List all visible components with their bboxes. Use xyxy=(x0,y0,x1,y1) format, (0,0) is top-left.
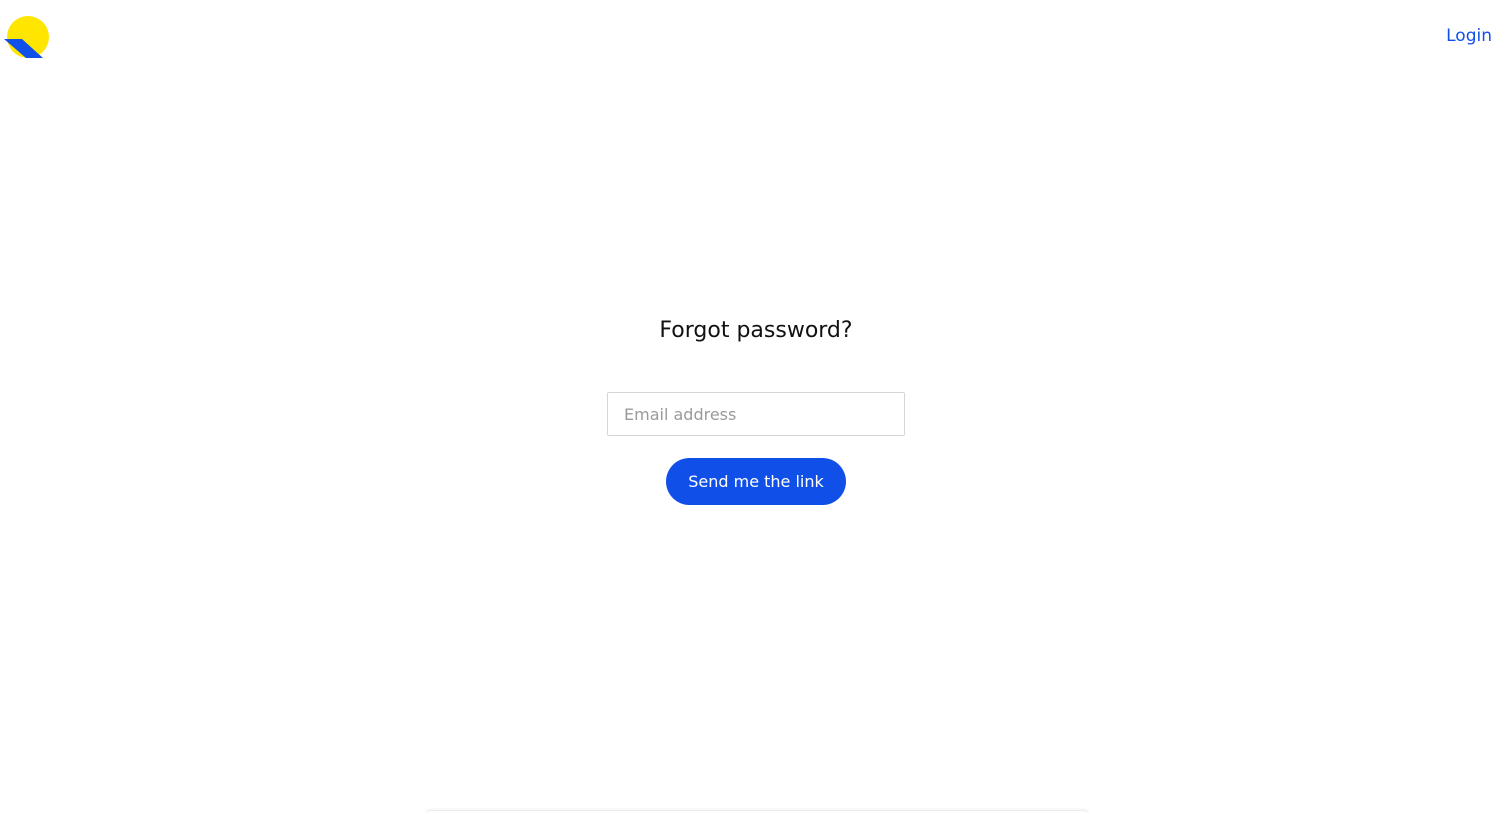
page-title: Forgot password? xyxy=(659,318,853,343)
send-link-button[interactable]: Send me the link xyxy=(666,458,846,505)
logo-icon[interactable] xyxy=(4,16,50,60)
forgot-password-page: Login Forgot password? Send me the link xyxy=(0,0,1512,814)
email-field[interactable] xyxy=(607,392,905,436)
login-link[interactable]: Login xyxy=(1446,26,1492,46)
bottom-panel-edge xyxy=(426,810,1088,814)
